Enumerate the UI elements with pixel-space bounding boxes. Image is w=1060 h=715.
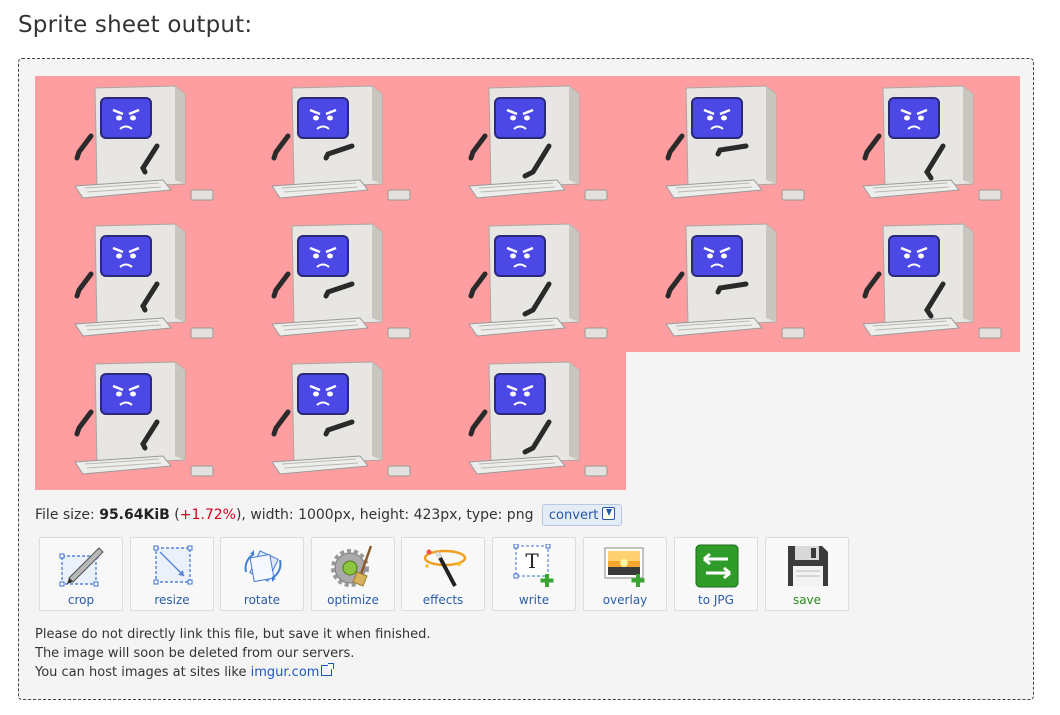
save-button[interactable]: save: [765, 537, 849, 611]
file-size-label: File size:: [35, 507, 95, 523]
angry-computer-icon: [74, 361, 214, 477]
sprite-frame: [823, 76, 1020, 214]
output-panel: File size: 95.64KiB (+1.72%), width: 100…: [18, 58, 1034, 700]
angry-computer-icon: [862, 223, 1002, 339]
angry-computer-icon: [468, 361, 608, 477]
resize-icon: [153, 545, 193, 585]
convert-jpg-icon: [695, 544, 739, 588]
angry-computer-icon: [665, 223, 805, 339]
angry-computer-icon: [74, 85, 214, 201]
crop-label: crop: [67, 593, 95, 607]
angry-computer-icon: [862, 85, 1002, 201]
external-link-icon: [321, 663, 335, 676]
notice-line-3: You can host images at sites like imgur.…: [35, 663, 431, 682]
sprite-frame: [626, 76, 823, 214]
rotate-icon: [244, 550, 282, 583]
angry-computer-icon: [665, 85, 805, 201]
resize-label: resize: [154, 593, 190, 607]
notice-line-3-prefix: You can host images at sites like: [35, 665, 251, 680]
angry-computer-icon: [468, 85, 608, 201]
sprite-frame: [232, 352, 429, 490]
convert-label: convert: [548, 508, 599, 523]
notice-line-1: Please do not directly link this file, b…: [35, 627, 431, 642]
imgur-link[interactable]: imgur.com: [251, 665, 320, 680]
crop-button[interactable]: crop: [39, 537, 123, 611]
angry-computer-icon: [468, 223, 608, 339]
sprite-frame: [35, 352, 232, 490]
download-icon: [602, 507, 616, 520]
svg-text:T: T: [525, 549, 539, 573]
sprite-frame: [35, 214, 232, 352]
file-info: File size: 95.64KiB (+1.72%), width: 100…: [35, 504, 623, 526]
effects-label: effects: [422, 593, 464, 607]
convert-button[interactable]: convert: [541, 504, 623, 526]
overlay-button[interactable]: overlay: [583, 537, 667, 611]
overlay-icon: [604, 547, 645, 587]
optimize-icon: [331, 545, 373, 587]
optimize-button[interactable]: optimize: [311, 537, 395, 611]
rotate-label: rotate: [243, 593, 281, 607]
sprite-sheet-image: [35, 76, 1020, 491]
sprite-frame: [823, 214, 1020, 352]
optimize-label: optimize: [327, 593, 379, 607]
angry-computer-icon: [271, 85, 411, 201]
resize-button[interactable]: resize: [130, 537, 214, 611]
crop-icon: [59, 547, 104, 587]
angry-computer-icon: [74, 223, 214, 339]
angry-computer-icon: [271, 361, 411, 477]
page-title: Sprite sheet output:: [18, 12, 253, 38]
file-size-value: 95.64KiB: [99, 507, 170, 523]
angry-computer-icon: [271, 223, 411, 339]
notice-text: Please do not directly link this file, b…: [35, 625, 431, 682]
write-button[interactable]: T write: [492, 537, 576, 611]
size-change-percent: +1.72%: [179, 507, 236, 523]
rotate-button[interactable]: rotate: [220, 537, 304, 611]
effects-icon: [423, 549, 467, 587]
image-dimensions: , width: 1000px, height: 423px, type: pn…: [241, 507, 534, 523]
sprite-frame: [429, 76, 626, 214]
write-label: write: [518, 593, 550, 607]
floppy-disk-icon: [788, 546, 828, 586]
sprite-frame: [429, 352, 626, 490]
save-label: save: [792, 593, 822, 607]
to-jpg-button[interactable]: to JPG: [674, 537, 758, 611]
sprite-frame: [429, 214, 626, 352]
notice-line-2: The image will soon be deleted from our …: [35, 646, 355, 661]
effects-button[interactable]: effects: [401, 537, 485, 611]
sprite-frame: [35, 76, 232, 214]
sprite-frame: [626, 214, 823, 352]
to-jpg-label: to JPG: [698, 593, 734, 607]
write-text-icon: T: [513, 544, 554, 587]
overlay-label: overlay: [602, 593, 648, 607]
sprite-frame: [232, 76, 429, 214]
sprite-frame: [232, 214, 429, 352]
